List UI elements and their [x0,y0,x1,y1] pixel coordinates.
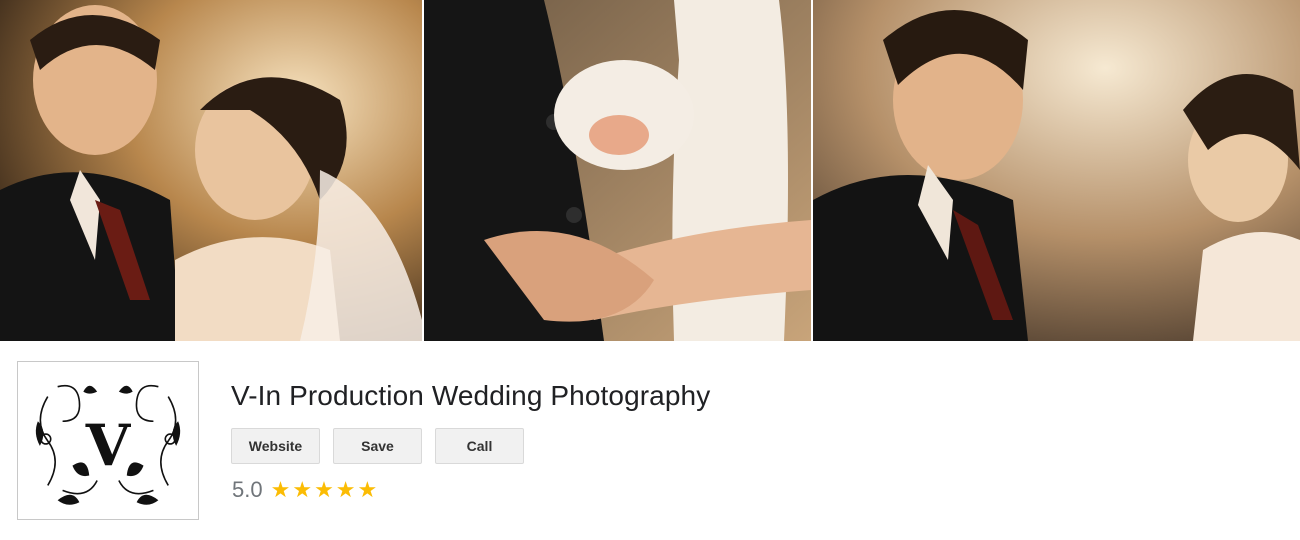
logo-letter: V [85,412,132,480]
star-icon: ★ [335,477,356,502]
star-icon: ★ [357,477,378,502]
photo-gallery [0,0,1300,341]
star-rating: ★ ★ ★ ★ ★ [271,479,378,501]
action-bar: Website Save Call [231,428,524,464]
website-button[interactable]: Website [231,428,320,464]
gallery-photo-couple-smiling[interactable] [0,0,422,341]
rating[interactable]: 5.0 ★ ★ ★ ★ ★ [232,477,377,503]
gallery-photo-holding-hands[interactable] [424,0,811,341]
star-icon: ★ [292,477,313,502]
star-icon: ★ [314,477,334,502]
rating-value: 5.0 [232,477,263,502]
business-name: V-In Production Wedding Photography [231,380,711,411]
business-logo: V [17,361,199,520]
save-button[interactable]: Save [333,428,422,464]
star-icon: ★ [270,477,291,502]
gallery-photo-couple-sunset[interactable] [813,0,1300,341]
call-button[interactable]: Call [435,428,524,464]
